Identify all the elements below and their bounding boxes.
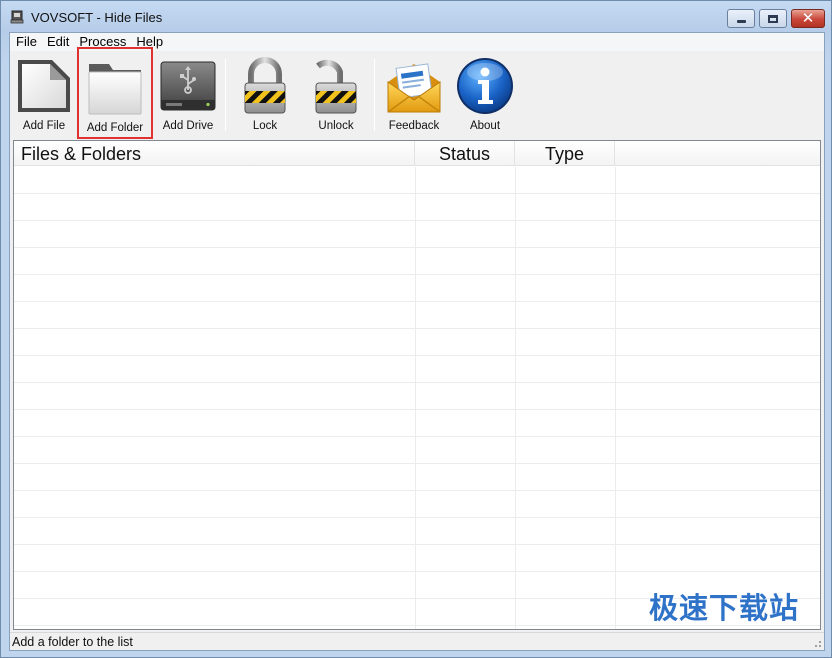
folder-icon xyxy=(88,64,142,115)
lock-label: Lock xyxy=(252,120,278,132)
app-window: VOVSOFT - Hide Files ✕ File Edit Process… xyxy=(0,0,832,658)
close-button[interactable]: ✕ xyxy=(791,9,825,28)
watermark: 极速下载站 xyxy=(649,591,800,625)
column-header-status[interactable]: Status xyxy=(415,141,515,166)
maximize-button[interactable] xyxy=(759,9,787,28)
about-button[interactable]: About xyxy=(452,54,518,134)
app-icon xyxy=(10,10,24,24)
toolbar: Add File Add Folder Add Drive Lock Unloc… xyxy=(10,47,824,139)
about-label: About xyxy=(469,120,501,132)
add-file-label: Add File xyxy=(22,120,66,132)
lock-button[interactable]: Lock xyxy=(232,54,298,134)
files-list[interactable]: Files & Folders Status Type xyxy=(13,140,821,630)
add-drive-label: Add Drive xyxy=(162,120,214,132)
toolbar-separator xyxy=(225,59,226,131)
list-body[interactable] xyxy=(14,167,820,629)
unlock-icon xyxy=(315,59,357,114)
unlock-button[interactable]: Unlock xyxy=(303,54,369,134)
info-icon xyxy=(457,58,513,114)
lock-icon xyxy=(244,57,286,114)
feedback-button[interactable]: Feedback xyxy=(381,54,447,134)
maximize-icon xyxy=(768,14,778,23)
menu-edit[interactable]: Edit xyxy=(42,33,74,51)
file-icon xyxy=(18,60,70,112)
unlock-label: Unlock xyxy=(318,120,354,132)
resize-grip-icon[interactable] xyxy=(812,638,822,648)
add-folder-button[interactable]: Add Folder xyxy=(77,47,153,139)
add-file-button[interactable]: Add File xyxy=(13,54,75,134)
client-area: File Edit Process Help Add File Add Fold… xyxy=(9,32,825,651)
column-header-type[interactable]: Type xyxy=(515,141,615,166)
feedback-label: Feedback xyxy=(388,120,440,132)
column-header-empty xyxy=(615,141,820,166)
list-header: Files & Folders Status Type xyxy=(14,141,820,166)
column-divider xyxy=(615,167,616,629)
column-divider xyxy=(515,167,516,629)
column-header-files-folders[interactable]: Files & Folders xyxy=(14,141,415,166)
toolbar-separator xyxy=(374,59,375,131)
status-bar: Add a folder to the list xyxy=(10,632,824,650)
close-icon: ✕ xyxy=(801,9,815,27)
minimize-button[interactable] xyxy=(727,9,755,28)
column-divider xyxy=(415,167,416,629)
add-folder-label: Add Folder xyxy=(86,122,144,134)
usb-drive-icon xyxy=(160,61,216,111)
status-text: Add a folder to the list xyxy=(12,635,133,649)
title-bar[interactable]: VOVSOFT - Hide Files ✕ xyxy=(1,1,831,33)
envelope-icon xyxy=(387,63,441,113)
add-drive-button[interactable]: Add Drive xyxy=(155,54,221,134)
minimize-icon xyxy=(736,20,746,23)
window-title: VOVSOFT - Hide Files xyxy=(31,10,163,25)
menu-file[interactable]: File xyxy=(10,33,42,51)
